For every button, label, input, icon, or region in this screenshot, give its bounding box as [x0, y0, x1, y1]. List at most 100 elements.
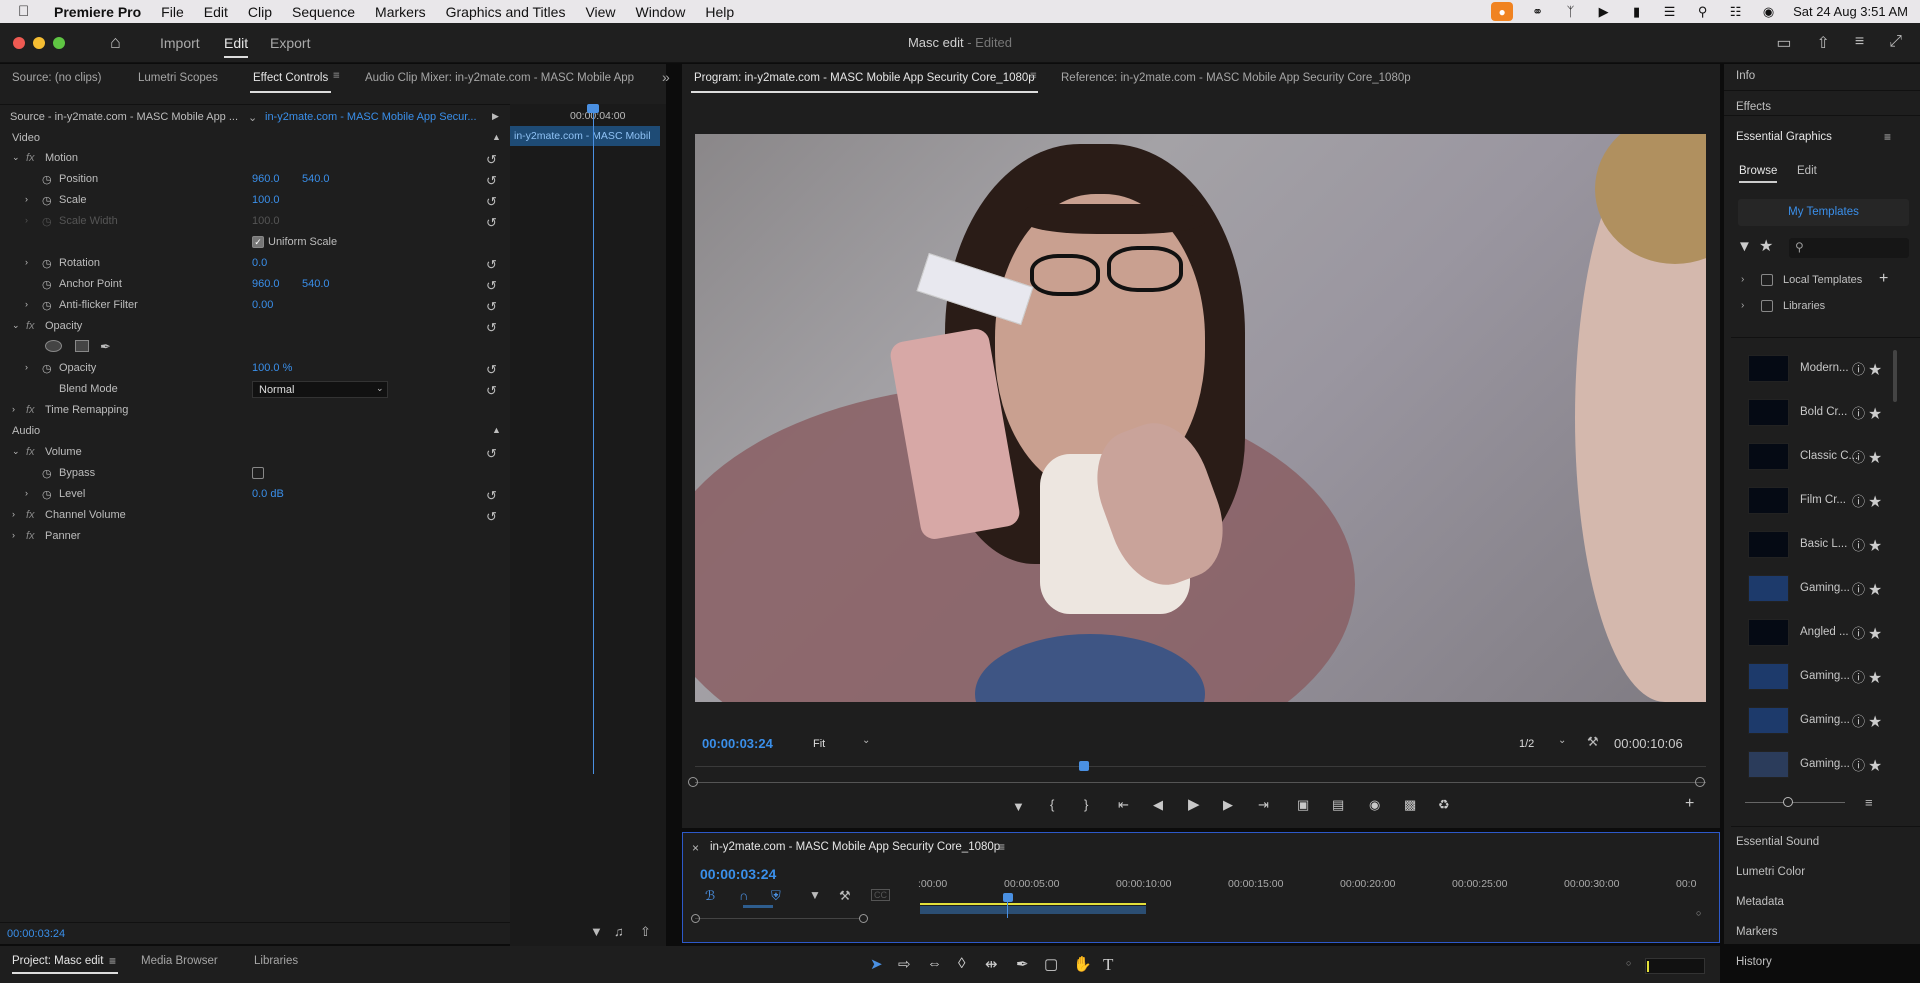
bypass-row[interactable]: ◷ Bypass [0, 463, 510, 484]
selection-tool-icon[interactable]: ➤ [870, 955, 883, 973]
search-icon[interactable]: ⚲ [1694, 4, 1711, 20]
mini-playhead-handle[interactable] [587, 104, 599, 113]
pen-tool-icon[interactable]: ✒ [1016, 955, 1029, 973]
reset-icon[interactable]: ↺ [486, 152, 497, 168]
menu-view[interactable]: View [585, 4, 615, 20]
panel-menu-icon[interactable]: ≡ [333, 70, 340, 82]
chevron-down-icon[interactable]: ⌄ [862, 735, 870, 746]
settings-wrench-icon[interactable]: ⚒ [1587, 734, 1599, 750]
tab-reference[interactable]: Reference: in-y2mate.com - MASC Mobile A… [1061, 72, 1411, 84]
stopwatch-icon[interactable]: ◷ [42, 467, 52, 480]
reset-icon[interactable]: ↺ [486, 509, 497, 525]
mark-out-icon[interactable]: } [1084, 797, 1088, 812]
panel-menu-icon[interactable]: ≡ [109, 954, 116, 968]
antiflicker-value[interactable]: 0.00 [252, 299, 273, 311]
expand-chevron-icon[interactable]: › [1741, 300, 1744, 311]
panel-menu-icon[interactable]: ≡ [1030, 70, 1037, 82]
creative-cloud-icon[interactable]: ⚭ [1529, 4, 1546, 20]
anchor-x-value[interactable]: 960.0 [252, 278, 280, 290]
collapse-up-icon[interactable]: ▲ [492, 425, 501, 435]
opacity-row[interactable]: › ◷ Opacity 100.0 % ↺ [0, 358, 510, 379]
microphone-icon[interactable]: ● [1491, 2, 1514, 21]
mini-playhead[interactable] [593, 104, 594, 774]
settings-wrench-icon[interactable]: ⚒ [839, 888, 851, 904]
panel-layout-icon[interactable]: ▭ [1776, 33, 1791, 53]
hand-tool-icon[interactable]: ✋ [1073, 955, 1092, 973]
stopwatch-icon[interactable]: ◷ [42, 194, 52, 207]
reset-icon[interactable]: ↺ [486, 278, 497, 294]
menu-sequence[interactable]: Sequence [292, 4, 355, 20]
filter-icon[interactable]: ▼ [590, 924, 603, 939]
expand-chevron-icon[interactable]: › [25, 299, 28, 309]
menu-help[interactable]: Help [705, 4, 734, 20]
libraries-tab[interactable]: Libraries [254, 955, 298, 967]
nest-toggle-icon[interactable]: ℬ [705, 888, 715, 904]
template-item[interactable]: Angled ... ⓘ ★ [1740, 615, 1890, 651]
fx-icon[interactable]: fx [26, 446, 35, 458]
rotation-row[interactable]: › ◷ Rotation 0.0 ↺ [0, 253, 510, 274]
effect-controls-timecode[interactable]: 00:00:03:24 [7, 928, 65, 940]
reset-icon[interactable]: ↺ [486, 173, 497, 189]
bypass-checkbox[interactable] [252, 467, 264, 479]
scale-row[interactable]: › ◷ Scale 100.0 ↺ [0, 190, 510, 211]
uniform-scale-row[interactable]: ✓ Uniform Scale [0, 232, 510, 253]
scroll-handle-right[interactable] [859, 914, 868, 923]
lumetri-color-tab[interactable]: Lumetri Color [1736, 866, 1805, 878]
extract-icon[interactable]: ▤ [1332, 797, 1344, 813]
expand-chevron-icon[interactable]: ⌄ [12, 320, 20, 331]
expand-chevron-icon[interactable]: › [12, 530, 15, 540]
tab-edit[interactable]: Edit [1797, 165, 1817, 177]
info-star-icon[interactable]: ⓘ ★ [1852, 755, 1882, 774]
workspaces-icon[interactable]: ≡ [1855, 33, 1864, 53]
stopwatch-icon[interactable]: ◷ [42, 362, 52, 375]
time-remapping-row[interactable]: › fx Time Remapping [0, 400, 510, 421]
export-frame-icon[interactable]: ⇧ [640, 924, 651, 940]
template-item[interactable]: Gaming... ⓘ ★ [1740, 747, 1890, 783]
step-forward-icon[interactable]: ▶ [1223, 797, 1233, 813]
fx-icon[interactable]: fx [26, 320, 35, 332]
expand-chevron-icon[interactable]: › [25, 194, 28, 204]
level-row[interactable]: › ◷ Level 0.0 dB ↺ [0, 484, 510, 505]
clip-selector[interactable]: in-y2mate.com - MASC Mobile App Secur... [265, 111, 480, 123]
close-tab-icon[interactable]: × [692, 841, 699, 855]
info-star-icon[interactable]: ⓘ ★ [1852, 667, 1882, 686]
pen-mask-icon[interactable]: ✒ [100, 339, 111, 355]
mini-timeline[interactable]: 00:00:04:00 in-y2mate.com - MASC Mobil [510, 104, 666, 954]
razor-tool-icon[interactable]: ◊ [958, 955, 965, 972]
audio-meter-solo-icon[interactable]: ○ [1626, 958, 1631, 968]
rectangle-tool-icon[interactable]: ▢ [1044, 955, 1058, 973]
slider-handle[interactable] [1783, 797, 1793, 807]
menu-edit[interactable]: Edit [204, 4, 228, 20]
timeline-timecode[interactable]: 00:00:03:24 [700, 866, 776, 882]
wifi-icon[interactable]: ☰ [1661, 4, 1678, 20]
panel-menu-icon[interactable]: ≡ [1884, 130, 1891, 144]
template-item[interactable]: Basic L... ⓘ ★ [1740, 527, 1890, 563]
reset-icon[interactable]: ↺ [486, 299, 497, 315]
effects-panel-tab[interactable]: Effects [1736, 101, 1771, 113]
opacity-value[interactable]: 100.0 % [252, 362, 292, 374]
expand-chevron-icon[interactable]: › [25, 362, 28, 372]
go-to-out-icon[interactable]: ⇥ [1258, 797, 1269, 813]
info-star-icon[interactable]: ⓘ ★ [1852, 535, 1882, 554]
battery-icon[interactable]: ▮ [1628, 4, 1645, 20]
zoom-handle-right[interactable] [1695, 777, 1705, 787]
template-item[interactable]: Film Cr... ⓘ ★ [1740, 483, 1890, 519]
expand-chevron-icon[interactable]: › [25, 257, 28, 267]
template-search-input[interactable]: ⚲ [1789, 238, 1909, 258]
linked-selection-icon[interactable]: ⛨ [771, 888, 781, 904]
rotation-value[interactable]: 0.0 [252, 257, 267, 269]
menu-app-name[interactable]: Premiere Pro [54, 4, 141, 20]
info-star-icon[interactable]: ⓘ ★ [1852, 447, 1882, 466]
blend-mode-row[interactable]: Blend Mode Normal ⌄ ↺ [0, 379, 510, 400]
lift-icon[interactable]: ▣ [1297, 797, 1309, 813]
essential-sound-tab[interactable]: Essential Sound [1736, 836, 1819, 848]
expand-chevron-icon[interactable]: ⌄ [12, 446, 20, 457]
reset-icon[interactable]: ↺ [486, 488, 497, 504]
export-frame-icon[interactable]: ◉ [1369, 797, 1380, 813]
siri-icon[interactable]: ◉ [1760, 4, 1777, 20]
scroll-handle-icon[interactable]: ○ [1696, 908, 1701, 918]
bluetooth-icon[interactable]: ᛉ [1562, 4, 1579, 19]
template-item[interactable]: Gaming... ⓘ ★ [1740, 703, 1890, 739]
blend-mode-select[interactable]: Normal [252, 381, 388, 398]
template-item[interactable]: Gaming... ⓘ ★ [1740, 571, 1890, 607]
